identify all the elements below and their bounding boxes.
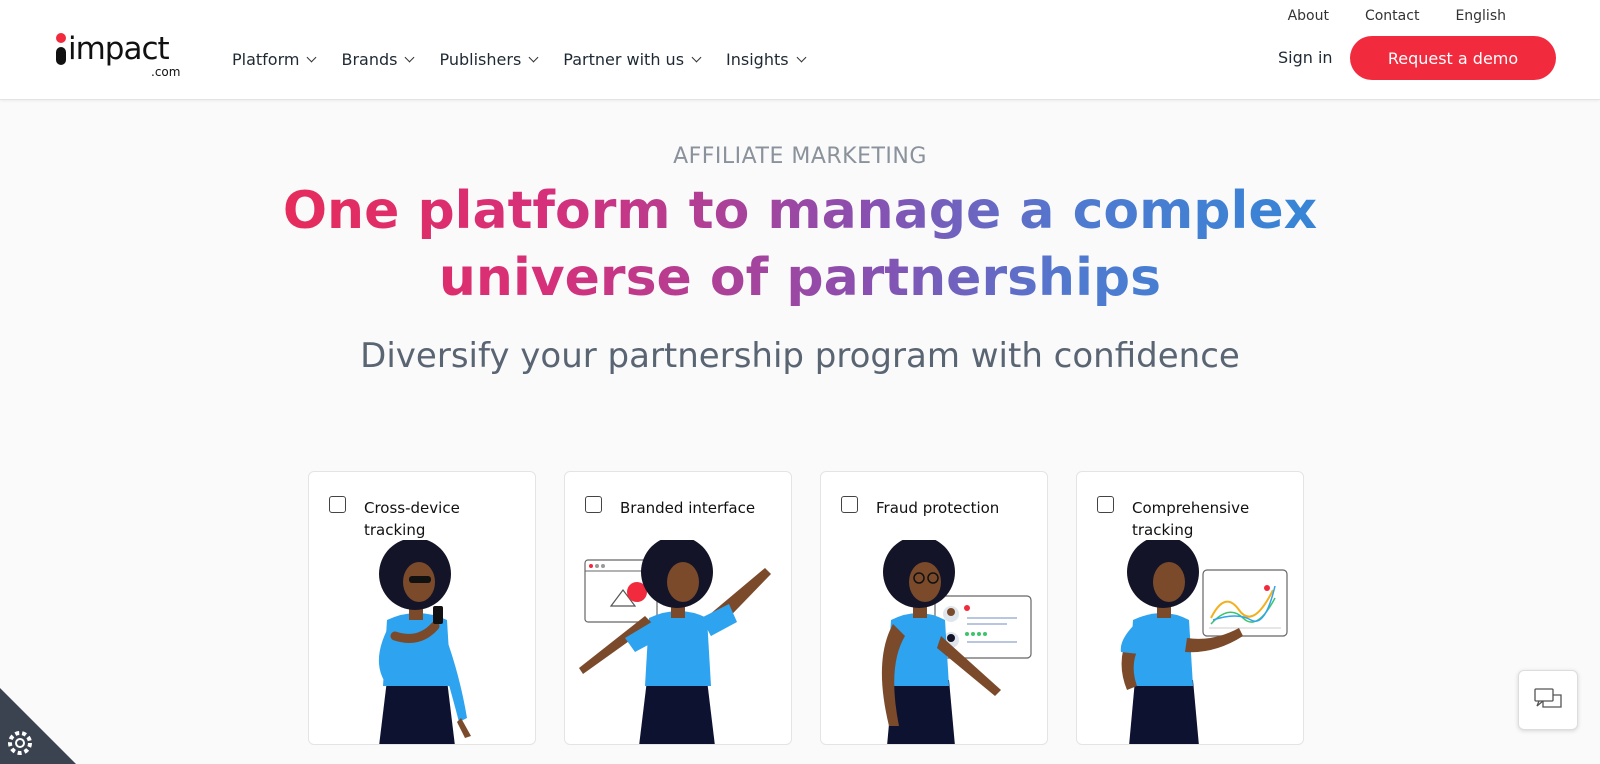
nav-brands-label: Brands [341, 49, 398, 69]
hero-headline: One platform to manage a complex univers… [170, 178, 1430, 312]
feature-card-fraud-protection[interactable]: Fraud protection [820, 471, 1048, 745]
chevron-down-icon [528, 52, 539, 62]
nav-partner-with-us[interactable]: Partner with us [563, 47, 702, 71]
nav-publishers-label: Publishers [439, 49, 522, 69]
feature-card-cross-device[interactable]: Cross-device tracking [308, 471, 536, 745]
main-nav: Platform Brands Publishers Partner with … [232, 47, 831, 71]
chevron-down-icon [796, 52, 807, 62]
nav-partner-label: Partner with us [563, 49, 685, 69]
nav-platform-label: Platform [232, 49, 300, 69]
feature-checkbox[interactable] [1097, 496, 1114, 513]
chevron-down-icon [691, 52, 702, 62]
nav-insights[interactable]: Insights [726, 47, 807, 71]
person-reviewing-profiles-illustration [881, 540, 1032, 744]
logo-red-dot [56, 33, 66, 43]
feature-label: Fraud protection [876, 499, 1000, 517]
feature-checkbox[interactable] [841, 496, 858, 513]
utility-about-link[interactable]: About [1288, 8, 1329, 24]
nav-publishers[interactable]: Publishers [439, 47, 539, 71]
hero-eyebrow: AFFILIATE MARKETING [673, 144, 927, 169]
feature-label: Comprehensive tracking [1132, 499, 1250, 539]
feature-label: Cross-device tracking [364, 499, 460, 539]
site-header: impact .com Platform Brands Publishers P… [0, 0, 1600, 100]
request-demo-button[interactable]: Request a demo [1350, 36, 1556, 80]
logo-wordmark: impact [68, 31, 170, 67]
chat-bubbles-icon [1534, 688, 1562, 708]
person-with-phone-illustration [378, 540, 471, 744]
person-with-line-chart-illustration [1120, 540, 1288, 744]
cookie-gear-icon [0, 688, 76, 764]
logo-black-mark [56, 47, 66, 65]
nav-brands[interactable]: Brands [341, 47, 415, 71]
cookie-settings-button[interactable] [0, 688, 76, 764]
chevron-down-icon [405, 52, 415, 62]
nav-platform[interactable]: Platform [232, 47, 317, 71]
feature-label: Branded interface [620, 499, 756, 517]
person-pointing-illustration [579, 540, 771, 744]
nav-insights-label: Insights [726, 49, 789, 69]
chat-widget-button[interactable] [1518, 670, 1578, 730]
impact-logo[interactable]: impact .com [53, 32, 193, 80]
sign-in-link[interactable]: Sign in [1278, 48, 1333, 67]
feature-card-comprehensive-tracking[interactable]: Comprehensive tracking [1076, 471, 1304, 745]
feature-checkbox[interactable] [329, 496, 346, 513]
logo-suffix: .com [151, 65, 181, 79]
language-selector[interactable]: English [1455, 8, 1506, 24]
chevron-down-icon [307, 52, 317, 62]
utility-contact-link[interactable]: Contact [1365, 8, 1419, 24]
utility-nav: About Contact English [1288, 8, 1506, 24]
hero-subhead: Diversify your partnership program with … [360, 336, 1240, 376]
feature-card-branded-interface[interactable]: Branded interface [564, 471, 792, 745]
feature-checkbox[interactable] [585, 496, 602, 513]
feature-cards: Cross-device tracking Branded interface [308, 471, 1304, 745]
